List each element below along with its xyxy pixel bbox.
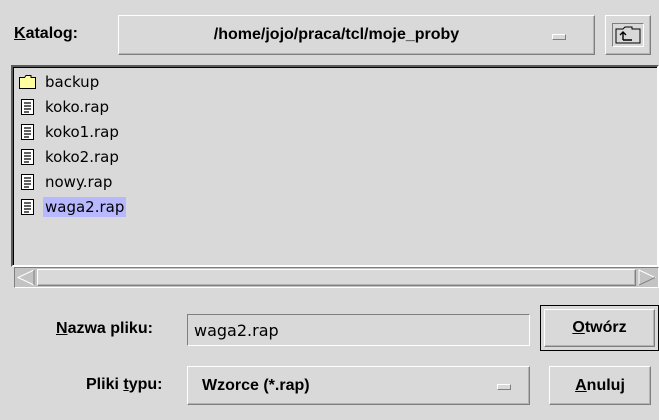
file-icon xyxy=(18,97,36,117)
file-name: waga2.rap xyxy=(43,197,127,217)
horizontal-scrollbar[interactable] xyxy=(14,267,659,288)
menu-indicator-icon xyxy=(552,34,566,40)
scroll-left-arrow-icon[interactable] xyxy=(16,269,36,286)
file-list-item[interactable]: koko1.rap xyxy=(18,121,121,143)
filename-label: Nazwa pliku: xyxy=(56,320,153,337)
file-name: koko.rap xyxy=(45,98,110,116)
parent-directory-button[interactable] xyxy=(605,15,651,55)
filetype-menu[interactable]: Wzorce (*.rap) xyxy=(187,366,530,405)
file-list-item[interactable]: backup xyxy=(18,71,101,93)
directory-menu[interactable]: /home/jojo/praca/tcl/moje_proby xyxy=(118,15,595,55)
file-icon xyxy=(18,197,36,217)
file-icon xyxy=(18,122,36,142)
filename-input[interactable]: waga2.rap xyxy=(187,314,530,346)
file-icon xyxy=(18,147,36,167)
folder-icon xyxy=(18,72,36,92)
file-name: nowy.rap xyxy=(45,173,113,191)
file-list-item[interactable]: waga2.rap xyxy=(18,196,127,218)
open-button-default-frame: Otwórz xyxy=(540,305,659,351)
directory-path: /home/jojo/praca/tcl/moje_proby xyxy=(213,26,460,43)
menu-indicator-icon xyxy=(497,384,511,390)
scrollbar-thumb[interactable] xyxy=(37,269,636,286)
folder-up-icon xyxy=(612,23,644,47)
open-button[interactable]: Otwórz xyxy=(544,309,655,347)
file-name: koko2.rap xyxy=(45,148,119,166)
filetype-label: Pliki typu: xyxy=(86,376,163,393)
file-name: koko1.rap xyxy=(45,123,119,141)
file-icon xyxy=(18,172,36,192)
directory-label: Katalog: xyxy=(14,25,79,42)
file-list-item[interactable]: koko2.rap xyxy=(18,146,121,168)
cancel-button[interactable]: Anuluj xyxy=(549,366,651,405)
file-list-item[interactable]: koko.rap xyxy=(18,96,111,118)
file-list-item[interactable]: nowy.rap xyxy=(18,171,114,193)
file-list[interactable]: backup koko.rap koko1.rap koko2.rap nowy.rap… xyxy=(11,65,659,267)
scroll-right-arrow-icon[interactable] xyxy=(637,269,657,286)
file-name: backup xyxy=(45,73,100,91)
filetype-selected: Wzorce (*.rap) xyxy=(202,376,310,394)
